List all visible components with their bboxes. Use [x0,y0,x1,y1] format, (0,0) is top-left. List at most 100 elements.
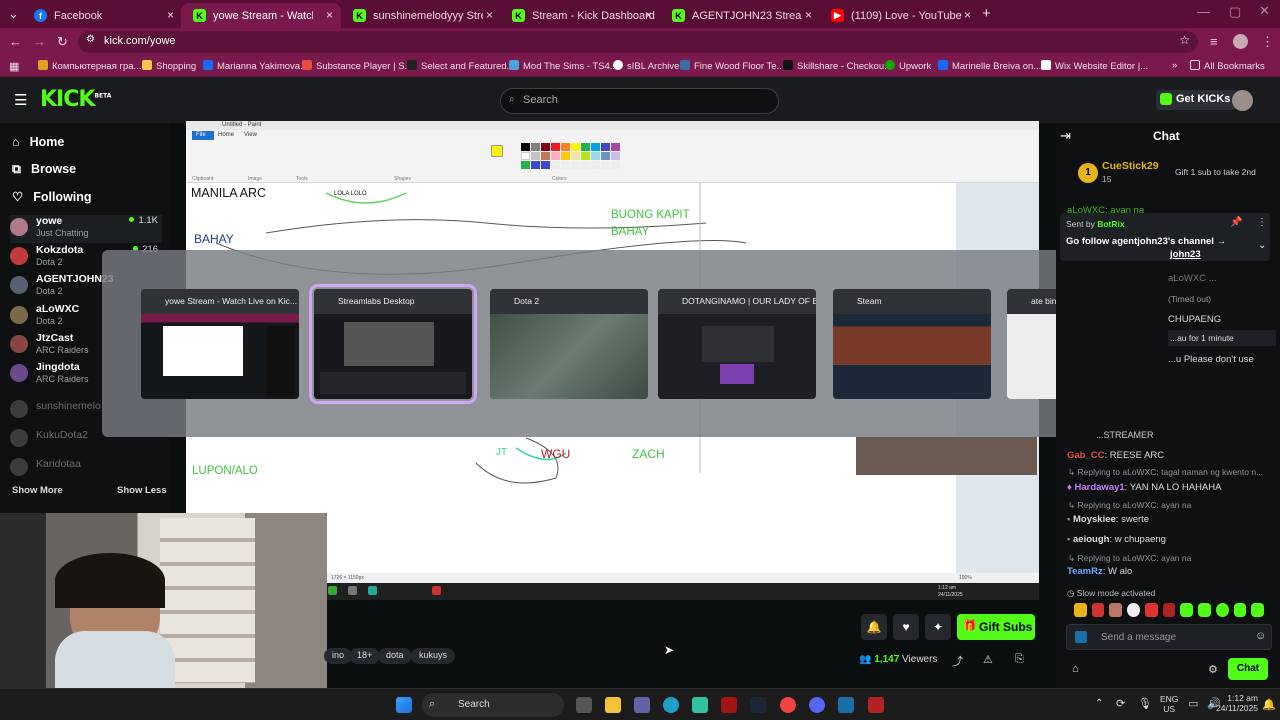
bookmark-item[interactable]: Wix Website Editor |... [1041,60,1148,72]
chevron-up-icon[interactable]: ⌃ [1095,698,1103,709]
hamburger-menu-icon[interactable]: ☰ [14,91,27,109]
emote-icon[interactable] [1091,603,1105,617]
forward-icon[interactable]: → [33,34,46,49]
bookmark-item[interactable]: Skillshare - Checkou... [783,60,892,72]
sidebar-item-following[interactable]: ♡ Following [12,189,92,204]
search-input[interactable]: ⌕ Search [500,88,779,114]
kick-logo[interactable]: KICKBETA [40,87,111,112]
stream-tag[interactable]: kukuys [411,648,456,664]
emote-icon[interactable] [1251,603,1265,617]
chrome-icon[interactable] [780,697,796,713]
close-tab-icon[interactable]: × [964,8,971,22]
chat-send-button[interactable]: Chat [1228,658,1268,680]
chat-input[interactable]: Send a message ☺ [1066,624,1272,650]
more-options-icon[interactable]: ⋮ [1257,217,1267,228]
emote-icon[interactable] [1109,603,1123,617]
bookmarks-overflow-icon[interactable]: » [1172,60,1177,71]
bookmark-item[interactable]: Shopping [142,60,196,72]
bookmark-item[interactable]: Mod The Sims - TS4... [509,60,618,72]
chat-message[interactable]: ▪ Moyskiee: swerte [1067,514,1149,525]
tab-kick-dashboard[interactable]: K Stream - Kick Dashboard × [500,3,660,28]
stream-tag[interactable]: ino [324,648,353,664]
pin-icon[interactable]: 📌 [1230,217,1242,228]
edge-icon[interactable] [663,697,679,713]
stream-tag[interactable]: 18+ [349,648,381,664]
tab-sunshinemelody[interactable]: K sunshinemelodyyy Stream - Watch × [341,3,501,28]
emote-icon[interactable] [1215,603,1229,617]
emote-icon[interactable] [1198,603,1211,617]
get-kicks-button[interactable]: Get KICKs [1156,90,1238,110]
gift-subs-button[interactable]: 🎁 Gift Subs [957,614,1035,640]
close-tab-icon[interactable]: × [805,8,812,22]
bookmark-item[interactable]: Fine Wood Floor Te... [680,60,784,72]
task-view-icon[interactable] [576,697,592,713]
chat-message[interactable]: TeamRz: W alo [1067,566,1132,577]
new-tab-icon[interactable]: + [982,5,991,22]
notification-bell-icon[interactable]: 🔔 [1262,698,1276,711]
streamlabs-icon[interactable] [692,697,708,713]
user-avatar[interactable] [1232,90,1253,111]
bookmark-item[interactable]: Компьютерная гра... [38,60,141,72]
window-thumb[interactable]: yowe Stream - Watch Live on Kic... [141,289,299,399]
tab-youtube[interactable]: ▶ (1109) Love - YouTube × [819,3,979,28]
all-bookmarks[interactable]: All Bookmarks [1190,60,1265,72]
menu-icon[interactable]: ⋮ [1261,34,1274,50]
close-tab-icon[interactable]: × [326,8,333,22]
sidebar-item-browse[interactable]: ⧉ Browse [12,162,76,177]
stream-tag[interactable]: dota [378,648,412,664]
teams-icon[interactable] [634,697,650,713]
sidebar-item-home[interactable]: ⌂ Home [12,135,64,149]
share-icon[interactable]: ⤴ [952,653,963,669]
maximize-icon[interactable]: ▢ [1229,4,1241,20]
bookmark-item[interactable]: Marianna Yakimova... [203,60,308,72]
emote-icon[interactable] [1127,603,1140,617]
steam-icon[interactable] [838,697,854,713]
pinned-link[interactable]: john23 [1170,249,1201,260]
discord-icon[interactable] [809,697,825,713]
back-icon[interactable]: ← [9,34,22,49]
microphone-icon[interactable]: 🎙 [1138,697,1152,710]
pinned-message[interactable]: Sent by BotRix 📌 ⋮ Go follow agentjohn23… [1060,213,1270,261]
store-icon[interactable]: ⌂ [1072,663,1079,675]
emote-icon[interactable] [1180,603,1194,617]
steam-icon[interactable] [750,697,766,713]
tab-facebook[interactable]: f Facebook × [22,3,182,28]
clip-icon[interactable]: ⎘ [1015,653,1024,666]
settings-gear-icon[interactable]: ⚙ [1208,663,1218,676]
window-thumb[interactable]: DOTANGINAMO | OUR LADY OF EMEL - ... [658,289,816,399]
window-thumb[interactable]: Streamlabs Desktop [309,284,477,404]
clock[interactable]: 1:12 am 24/11/2025 [1204,693,1258,713]
media-control-icon[interactable]: ≡ [1210,34,1218,49]
profile-avatar[interactable] [1233,34,1248,49]
close-tab-icon[interactable]: × [645,8,652,22]
apps-grid-icon[interactable]: ▦ [9,60,19,73]
url-field[interactable]: ⚙ kick.com/yowe ☆ [78,31,1198,53]
close-window-icon[interactable]: ✕ [1259,3,1270,19]
site-info-icon[interactable]: ⚙ [86,34,95,45]
bookmark-item[interactable]: Substance Player | S... [302,60,412,72]
emote-icon[interactable] [1233,603,1247,617]
channel-item[interactable]: Karidotaa [10,455,162,483]
windows-start-icon[interactable] [396,697,412,713]
close-tab-icon[interactable]: × [486,8,493,22]
chevron-down-icon[interactable]: ⌄ [1258,240,1266,251]
gift-prompt[interactable]: Gift 1 sub to take 2nd [1175,167,1256,177]
taskbar-search[interactable]: ⌕ Search [422,693,564,717]
show-more-button[interactable]: Show More [12,485,63,496]
close-tab-icon[interactable]: × [167,8,174,22]
favorite-heart-button[interactable]: ♥ [893,614,919,640]
bookmark-item[interactable]: sIBL Archive [613,60,679,72]
emoji-icon[interactable]: ☺ [1255,630,1266,642]
emote-icon[interactable] [1144,603,1158,617]
channel-item[interactable]: yowe Just Chatting 1.1K [10,215,162,243]
minimize-icon[interactable]: — [1197,4,1210,19]
window-thumb[interactable]: Dota 2 [490,289,648,399]
show-less-button[interactable]: Show Less [117,485,167,496]
tab-yowe[interactable]: K yowe Stream - Watch Live on Kick × [181,3,341,28]
dota2-icon[interactable] [868,697,884,713]
top-gifter-name[interactable]: CueStick29 [1102,160,1159,172]
chat-message[interactable]: Gab_CC: REESE ARC [1067,450,1164,461]
window-thumb[interactable]: Steam [833,289,991,399]
bookmark-item[interactable]: Marinelle Breiva on... [938,60,1041,72]
bookmark-item[interactable]: Upwork [885,60,931,72]
